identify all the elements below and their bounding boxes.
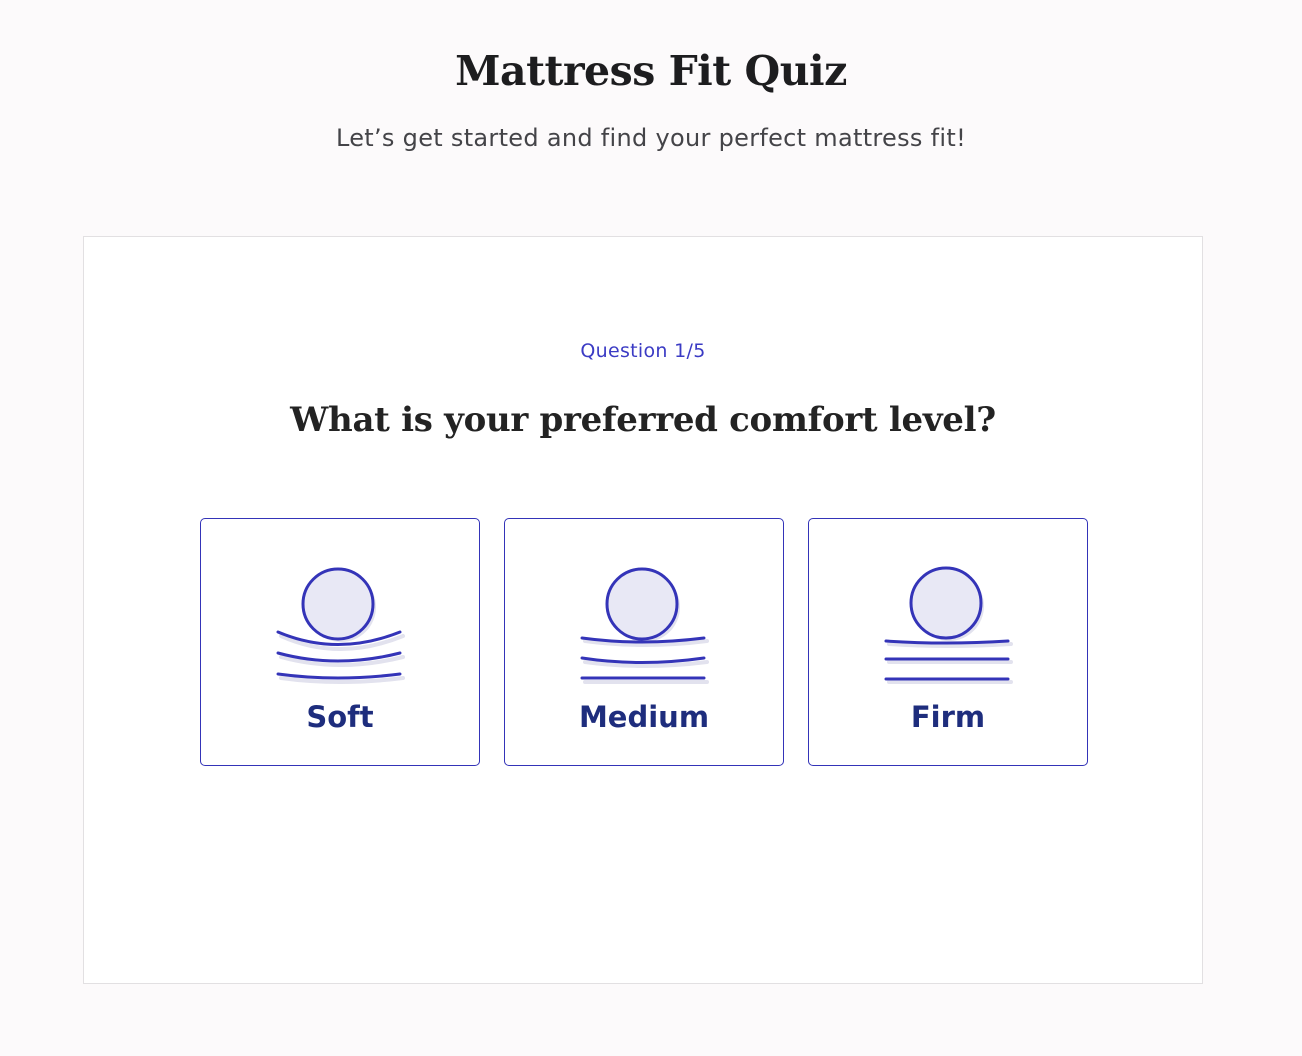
medium-mattress-icon (580, 567, 709, 684)
page-title: Mattress Fit Quiz (455, 47, 847, 96)
quiz-card: Question 1/5 What is your preferred comf… (83, 236, 1203, 984)
question-title: What is your preferred comfort level? (290, 400, 996, 441)
option-medium-label: Medium (578, 700, 710, 734)
option-soft-button[interactable]: Soft (200, 518, 480, 766)
page-subtitle: Let’s get started and find your perfect … (335, 124, 967, 152)
option-medium-button[interactable]: Medium (504, 518, 784, 766)
option-soft-label: Soft (306, 700, 374, 734)
question-counter: Question 1/5 (580, 340, 706, 362)
option-firm-button[interactable]: Firm (808, 518, 1088, 766)
comfort-options: Soft Medium Firm (200, 518, 1088, 766)
option-firm-label: Firm (910, 700, 986, 734)
firm-mattress-icon (884, 566, 1013, 684)
soft-mattress-icon (276, 567, 405, 684)
